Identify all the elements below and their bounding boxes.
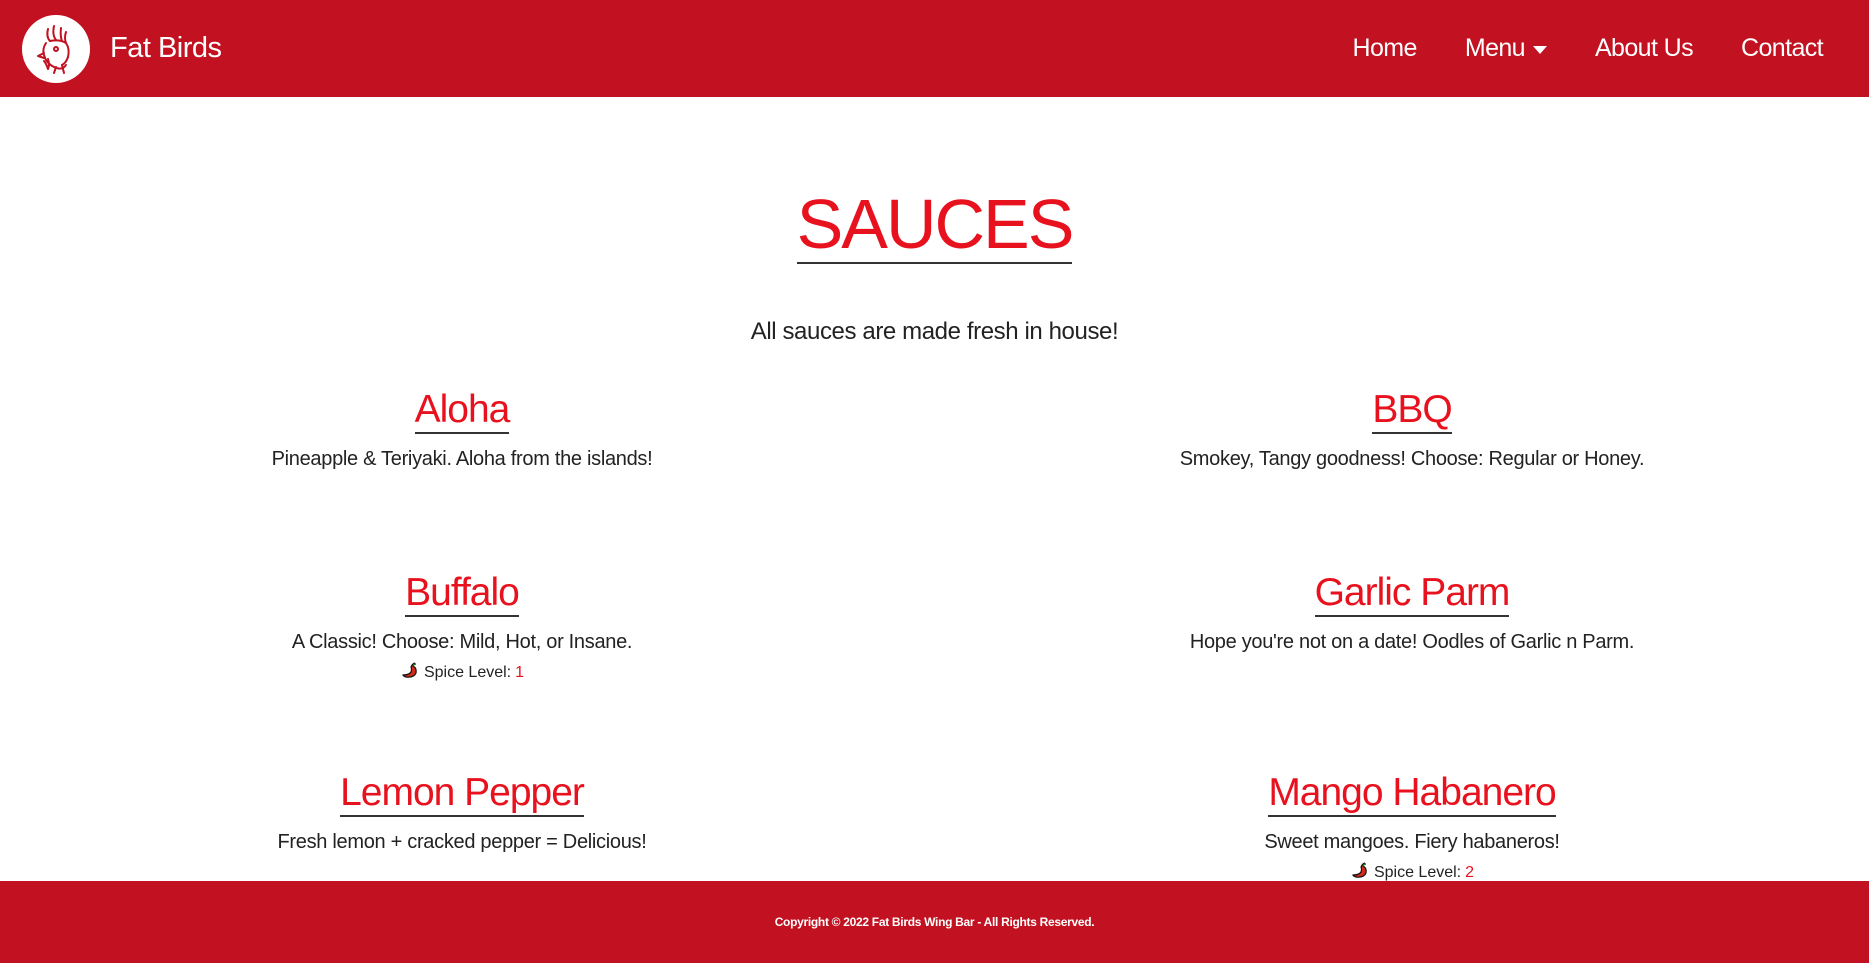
sauce-name: Garlic Parm [1314, 572, 1510, 617]
nav-links: Home Menu About Us Contact [1353, 34, 1824, 63]
sauce-name: Lemon Pepper [340, 772, 585, 817]
caret-down-icon [1532, 45, 1547, 54]
sauce-description: Sweet mangoes. Fiery habaneros! [1264, 831, 1560, 853]
page-title: SAUCES [796, 185, 1074, 264]
sauce-description: Fresh lemon + cracked pepper = Delicious… [277, 831, 647, 853]
nav-menu-dropdown[interactable]: Menu [1465, 34, 1547, 63]
sauce-description: Pineapple & Teriyaki. Aloha from the isl… [271, 448, 653, 470]
sauce-item-buffalo: Buffalo A Classic! Choose: Mild, Hot, or… [112, 572, 812, 685]
chili-pepper-icon [400, 660, 420, 685]
brand-name: Fat Birds [110, 32, 222, 64]
spice-level: Spice Level: 1 [112, 660, 812, 685]
sauce-name: BBQ [1372, 389, 1453, 434]
nav-about-link[interactable]: About Us [1595, 34, 1694, 63]
footer: Copyright © 2022 Fat Birds Wing Bar - Al… [0, 881, 1869, 963]
nav-contact-link[interactable]: Contact [1741, 34, 1824, 63]
sauce-item-lemon-pepper: Lemon Pepper Fresh lemon + cracked peppe… [112, 772, 812, 854]
sauce-description: Smokey, Tangy goodness! Choose: Regular … [1179, 448, 1645, 470]
footer-copyright: Copyright © 2022 Fat Birds Wing Bar - Al… [774, 915, 1095, 929]
sauce-name: Mango Habanero [1268, 772, 1557, 817]
sauce-description: A Classic! Choose: Mild, Hot, or Insane. [291, 631, 633, 653]
sauce-description: Hope you're not on a date! Oodles of Gar… [1189, 631, 1635, 653]
page-subtitle: All sauces are made fresh in house! [750, 318, 1119, 345]
spice-value: 1 [515, 663, 525, 681]
nav-menu-label: Menu [1464, 34, 1526, 62]
sauce-item-mango-habanero: Mango Habanero Sweet mangoes. Fiery haba… [1062, 772, 1762, 885]
spice-label: Spice Level: [1373, 863, 1462, 881]
spice-label: Spice Level: [423, 663, 512, 681]
sauce-name: Aloha [414, 389, 510, 434]
page-title-wrapper: SAUCES [0, 188, 1869, 264]
rooster-logo-icon [22, 14, 90, 83]
sauce-item-garlic-parm: Garlic Parm Hope you're not on a date! O… [1062, 572, 1762, 654]
sauce-item-bbq: BBQ Smokey, Tangy goodness! Choose: Regu… [1062, 389, 1762, 471]
navbar: Fat Birds Home Menu About Us Contact [0, 0, 1869, 97]
sauce-name: Buffalo [405, 572, 520, 617]
brand-link[interactable]: Fat Birds [22, 14, 222, 83]
spice-value: 2 [1465, 863, 1475, 881]
sauce-item-aloha: Aloha Pineapple & Teriyaki. Aloha from t… [112, 389, 812, 471]
nav-home-link[interactable]: Home [1353, 34, 1418, 63]
